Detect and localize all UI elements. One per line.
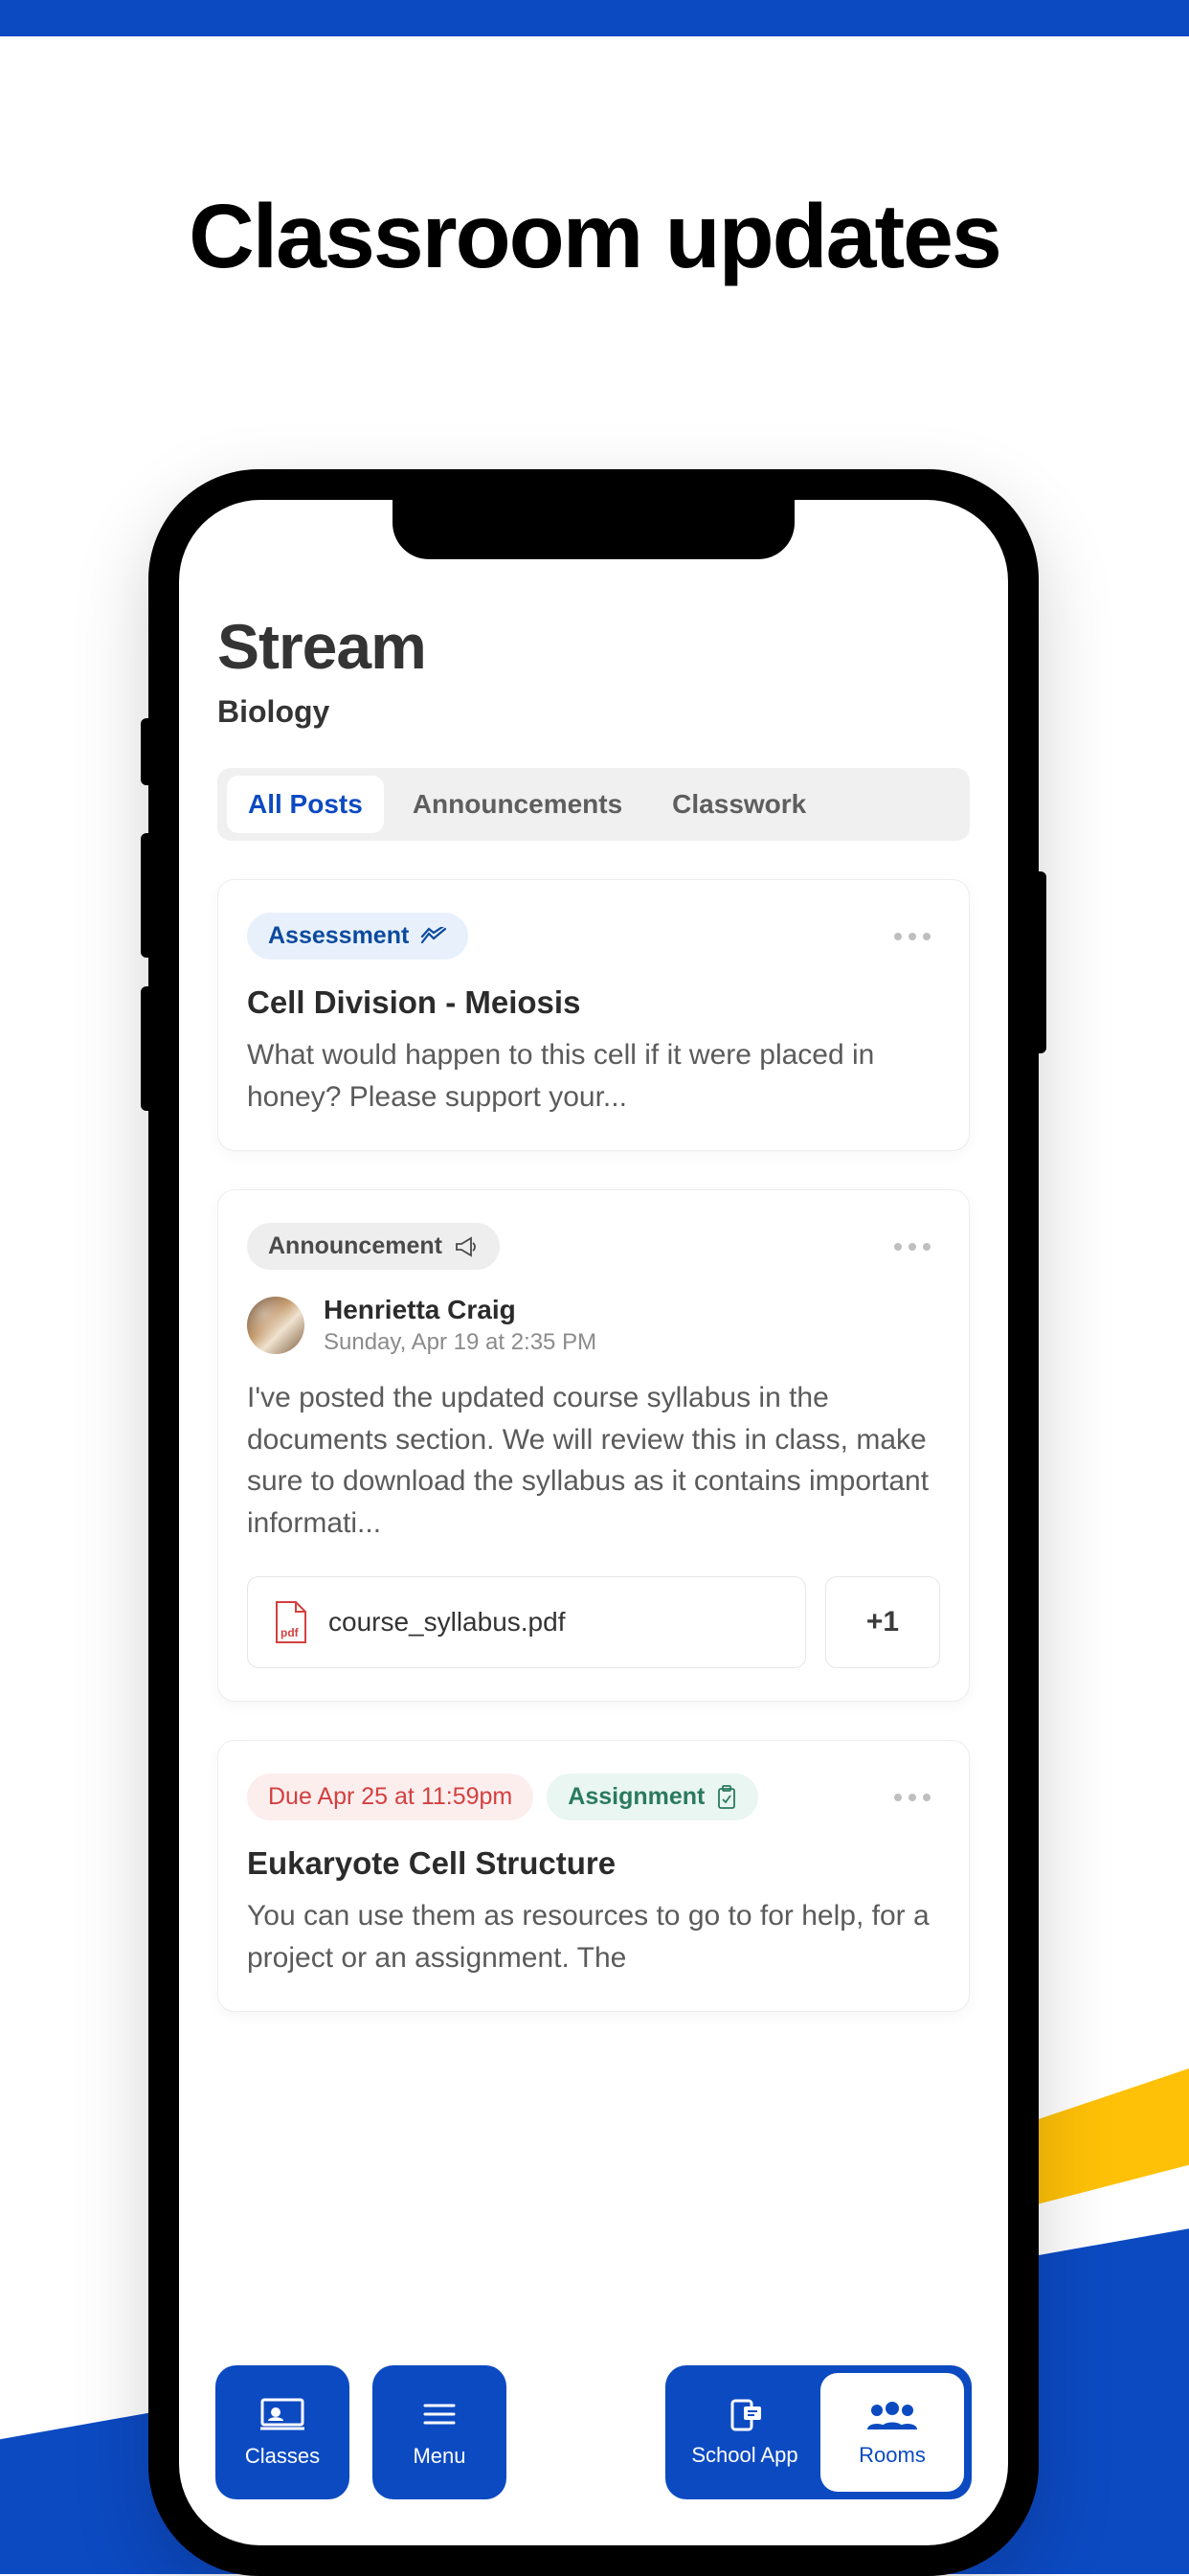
chart-icon (420, 927, 447, 946)
card-description: I've posted the updated course syllabus … (247, 1377, 940, 1544)
attachment-file[interactable]: pdf course_syllabus.pdf (247, 1576, 806, 1668)
page-title: Stream (217, 610, 970, 683)
school-app-icon (721, 2397, 769, 2433)
tab-all-posts[interactable]: All Posts (227, 776, 384, 833)
phone-notch (393, 500, 795, 559)
attachment-name: course_syllabus.pdf (328, 1607, 565, 1638)
nav-menu[interactable]: Menu (372, 2365, 506, 2499)
phone-side-button (1033, 871, 1046, 1053)
card-more-icon[interactable] (885, 923, 940, 950)
tab-announcements[interactable]: Announcements (392, 776, 643, 833)
author-name: Henrietta Craig (324, 1295, 596, 1325)
badge-assessment: Assessment (247, 913, 468, 960)
megaphone-icon (454, 1236, 479, 1257)
post-timestamp: Sunday, Apr 19 at 2:35 PM (324, 1329, 596, 1356)
svg-text:pdf: pdf (280, 1626, 300, 1639)
badge-label: Assignment (568, 1783, 705, 1811)
badge-label: Announcement (268, 1232, 442, 1260)
rooms-icon (864, 2397, 921, 2433)
nav-label: Menu (413, 2444, 465, 2469)
card-more-icon[interactable] (885, 1233, 940, 1260)
classes-icon (258, 2396, 306, 2432)
phone-side-button (141, 833, 154, 958)
nav-label: School App (691, 2443, 797, 2468)
card-description: You can use them as resources to go to f… (247, 1895, 940, 1978)
tab-classwork[interactable]: Classwork (651, 776, 827, 833)
card-title: Eukaryote Cell Structure (247, 1845, 940, 1882)
card-more-icon[interactable] (885, 1784, 940, 1811)
nav-school-app[interactable]: School App (673, 2373, 817, 2492)
pdf-icon: pdf (273, 1600, 307, 1644)
nav-label: Rooms (859, 2443, 926, 2468)
bottom-nav: Classes Menu School App Rooms (179, 2365, 1008, 2499)
stream-tabs: All Posts Announcements Classwork (217, 768, 970, 841)
avatar (247, 1297, 304, 1354)
card-title: Cell Division - Meiosis (247, 984, 940, 1021)
phone-side-button (141, 718, 154, 785)
badge-assignment: Assignment (547, 1774, 758, 1820)
stream-card-assessment[interactable]: Assessment Cell Division - Meiosis What … (217, 879, 970, 1151)
nav-rooms[interactable]: Rooms (820, 2373, 964, 2492)
phone-screen: Stream Biology All Posts Announcements C… (179, 500, 1008, 2545)
promo-title: Classroom updates (0, 185, 1189, 289)
stream-card-assignment[interactable]: Due Apr 25 at 11:59pm Assignment Eukaryo… (217, 1740, 970, 2012)
badge-label: Assessment (268, 922, 409, 950)
phone-side-button (141, 986, 154, 1111)
clipboard-check-icon (716, 1785, 737, 1810)
menu-icon (415, 2396, 463, 2432)
nav-label: Classes (245, 2444, 320, 2469)
promo-top-bar (0, 0, 1189, 36)
attachment-more-button[interactable]: +1 (825, 1576, 940, 1668)
phone-frame: Stream Biology All Posts Announcements C… (148, 469, 1039, 2576)
badge-announcement: Announcement (247, 1223, 500, 1270)
card-description: What would happen to this cell if it wer… (247, 1034, 940, 1118)
page-subtitle: Biology (217, 694, 970, 730)
nav-classes[interactable]: Classes (215, 2365, 349, 2499)
stream-card-announcement[interactable]: Announcement Henrietta Craig Sunday, Apr… (217, 1189, 970, 1702)
badge-due-date: Due Apr 25 at 11:59pm (247, 1774, 533, 1820)
nav-split-group: School App Rooms (665, 2365, 972, 2499)
